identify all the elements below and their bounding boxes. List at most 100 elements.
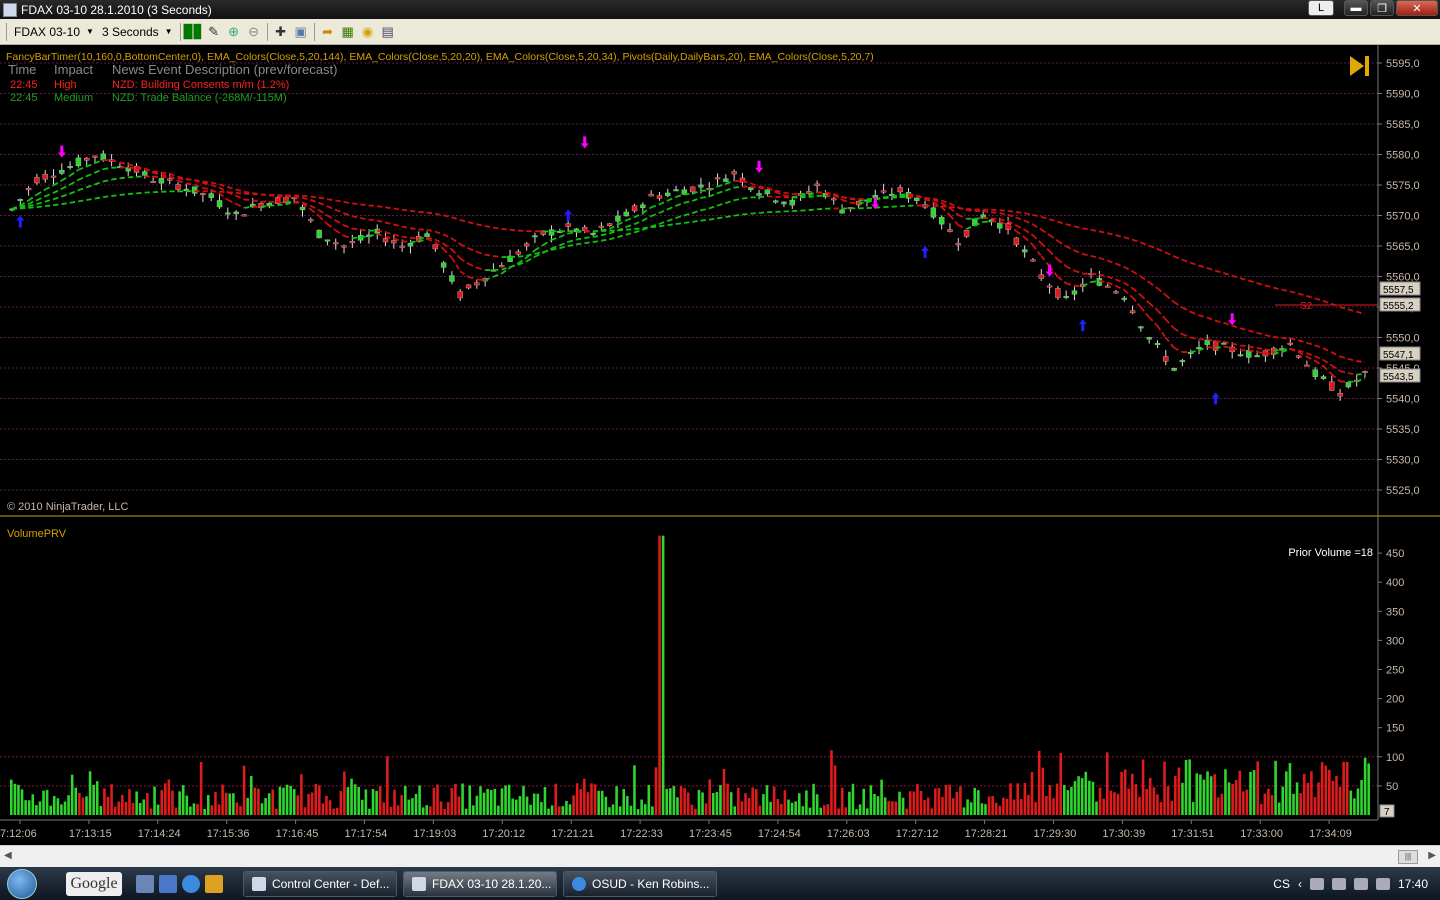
ema-segment bbox=[177, 179, 187, 185]
ema-segment bbox=[1314, 344, 1324, 350]
volume-bar bbox=[780, 804, 783, 815]
ema-segment bbox=[418, 210, 428, 214]
ema-segment bbox=[1322, 365, 1333, 375]
task-browser[interactable]: OSUD - Ken Robins... bbox=[563, 870, 717, 897]
volume-bar bbox=[1299, 793, 1302, 815]
ema-segment bbox=[684, 199, 693, 204]
instrument-selector[interactable]: FDAX 03-10 ▼ bbox=[10, 22, 98, 42]
volume-bar bbox=[1080, 778, 1084, 815]
scroll-right-icon[interactable]: ▶ bbox=[1428, 850, 1436, 861]
minimize-button[interactable]: ▬ bbox=[1344, 0, 1368, 16]
clock[interactable]: 17:40 bbox=[1398, 877, 1428, 891]
candle-body bbox=[1221, 342, 1227, 345]
volume-bar bbox=[278, 786, 282, 815]
zoom-in-button[interactable]: ⊕ bbox=[224, 22, 244, 42]
volume-bar bbox=[1181, 782, 1184, 815]
language-button[interactable]: L bbox=[1308, 0, 1334, 16]
volume-bar bbox=[99, 805, 103, 815]
time-tick-label: 17:17:54 bbox=[345, 828, 388, 840]
volume-bar bbox=[17, 784, 20, 815]
volume-bar bbox=[704, 803, 708, 815]
power-icon[interactable] bbox=[1353, 877, 1368, 890]
ema-segment bbox=[609, 236, 619, 241]
ie-icon[interactable] bbox=[182, 874, 200, 893]
volume-bar bbox=[450, 787, 454, 815]
crosshair-button[interactable]: ✚ bbox=[271, 22, 291, 42]
candle-body bbox=[515, 251, 522, 255]
prior-volume-label: Prior Volume =18 bbox=[1288, 547, 1373, 559]
order-entry-button[interactable]: ◉ bbox=[358, 22, 378, 42]
bar-style-button[interactable]: ▉▊ bbox=[184, 22, 204, 42]
printer-icon[interactable] bbox=[1331, 877, 1346, 890]
volume-bar bbox=[103, 788, 106, 815]
scroll-left-icon[interactable]: ◀ bbox=[4, 850, 12, 861]
ema-segment bbox=[1306, 352, 1316, 358]
strategies-button[interactable]: ➦ bbox=[318, 22, 338, 42]
zoom-out-icon: ⊖ bbox=[248, 23, 260, 39]
volume-bar bbox=[701, 792, 704, 815]
candle-body bbox=[299, 206, 306, 211]
scroll-thumb[interactable]: ||| bbox=[1398, 850, 1418, 864]
network-icon[interactable] bbox=[1309, 877, 1324, 890]
candle-body bbox=[208, 193, 214, 198]
scroll-to-end-button[interactable] bbox=[1350, 56, 1369, 76]
volume-bar bbox=[217, 804, 221, 815]
volume-bar bbox=[604, 796, 608, 815]
volume-bar bbox=[959, 786, 962, 815]
task-fdax-chart[interactable]: FDAX 03-10 28.1.20... bbox=[403, 870, 557, 897]
volume-bar bbox=[454, 783, 457, 815]
volume-icon[interactable] bbox=[1375, 877, 1390, 890]
tray-expand-icon[interactable]: ‹ bbox=[1298, 877, 1302, 891]
ema-segment bbox=[1306, 341, 1316, 347]
candle-body bbox=[382, 238, 389, 243]
volume-bar bbox=[1206, 771, 1209, 815]
indicators-button[interactable]: ▦ bbox=[338, 22, 358, 42]
volume-bar bbox=[550, 805, 554, 815]
ema-segment bbox=[708, 192, 718, 198]
volume-bar bbox=[737, 787, 740, 815]
ninjatrader-icon bbox=[252, 876, 266, 891]
volume-bar bbox=[1277, 802, 1281, 815]
show-desktop-icon[interactable] bbox=[136, 874, 154, 893]
volume-bar bbox=[1231, 783, 1234, 815]
data-box-icon: ▣ bbox=[294, 23, 307, 39]
ema-segment bbox=[634, 219, 644, 225]
media-player-icon[interactable] bbox=[205, 874, 223, 893]
maximize-button[interactable]: ❐ bbox=[1370, 0, 1394, 16]
ema-segment bbox=[335, 219, 345, 227]
ema-segment bbox=[1198, 314, 1208, 319]
volume-bar bbox=[479, 786, 482, 815]
volume-bar bbox=[389, 806, 393, 815]
explorer-icon[interactable] bbox=[159, 874, 177, 893]
ema-segment bbox=[186, 178, 195, 181]
horizontal-scrollbar[interactable]: ◀ ||| ▶ bbox=[0, 845, 1440, 867]
ema-segment bbox=[941, 205, 951, 208]
task-control-center[interactable]: Control Center - Def... bbox=[243, 870, 397, 897]
language-indicator[interactable]: CS bbox=[1273, 877, 1290, 891]
volume-bar bbox=[557, 806, 561, 815]
drawing-tools-button[interactable]: ✎ bbox=[204, 22, 224, 42]
time-tick-label: 17:20:12 bbox=[482, 828, 525, 840]
indicator-icon: ▦ bbox=[341, 23, 354, 39]
candle-body bbox=[84, 157, 90, 161]
volume-bar bbox=[769, 801, 772, 815]
volume-bar bbox=[1331, 780, 1335, 815]
start-button[interactable] bbox=[0, 867, 44, 900]
volume-bar bbox=[819, 807, 823, 815]
ema-segment bbox=[377, 205, 386, 209]
volume-bar bbox=[260, 803, 264, 815]
close-button[interactable]: ✕ bbox=[1396, 0, 1438, 16]
interval-selector[interactable]: 3 Seconds ▼ bbox=[98, 22, 177, 42]
chart-canvas[interactable]: 5595,0 5590,0 5585,0 5580,0 5575,0 5570,0 5565… bbox=[0, 45, 1440, 845]
properties-button[interactable]: ▤ bbox=[378, 22, 398, 42]
volume-bar bbox=[425, 805, 429, 815]
volume-bar bbox=[833, 765, 837, 815]
google-toolbar[interactable]: Google bbox=[66, 871, 122, 896]
data-box-button[interactable]: ▣ bbox=[291, 22, 311, 42]
ema-segment bbox=[86, 171, 96, 178]
ema-segment bbox=[136, 167, 145, 170]
zoom-out-button[interactable]: ⊖ bbox=[244, 22, 264, 42]
ema-segment bbox=[227, 186, 237, 191]
volume-bar bbox=[851, 783, 855, 815]
chart-area[interactable]: 5595,0 5590,0 5585,0 5580,0 5575,0 5570,0 5565… bbox=[0, 45, 1440, 845]
